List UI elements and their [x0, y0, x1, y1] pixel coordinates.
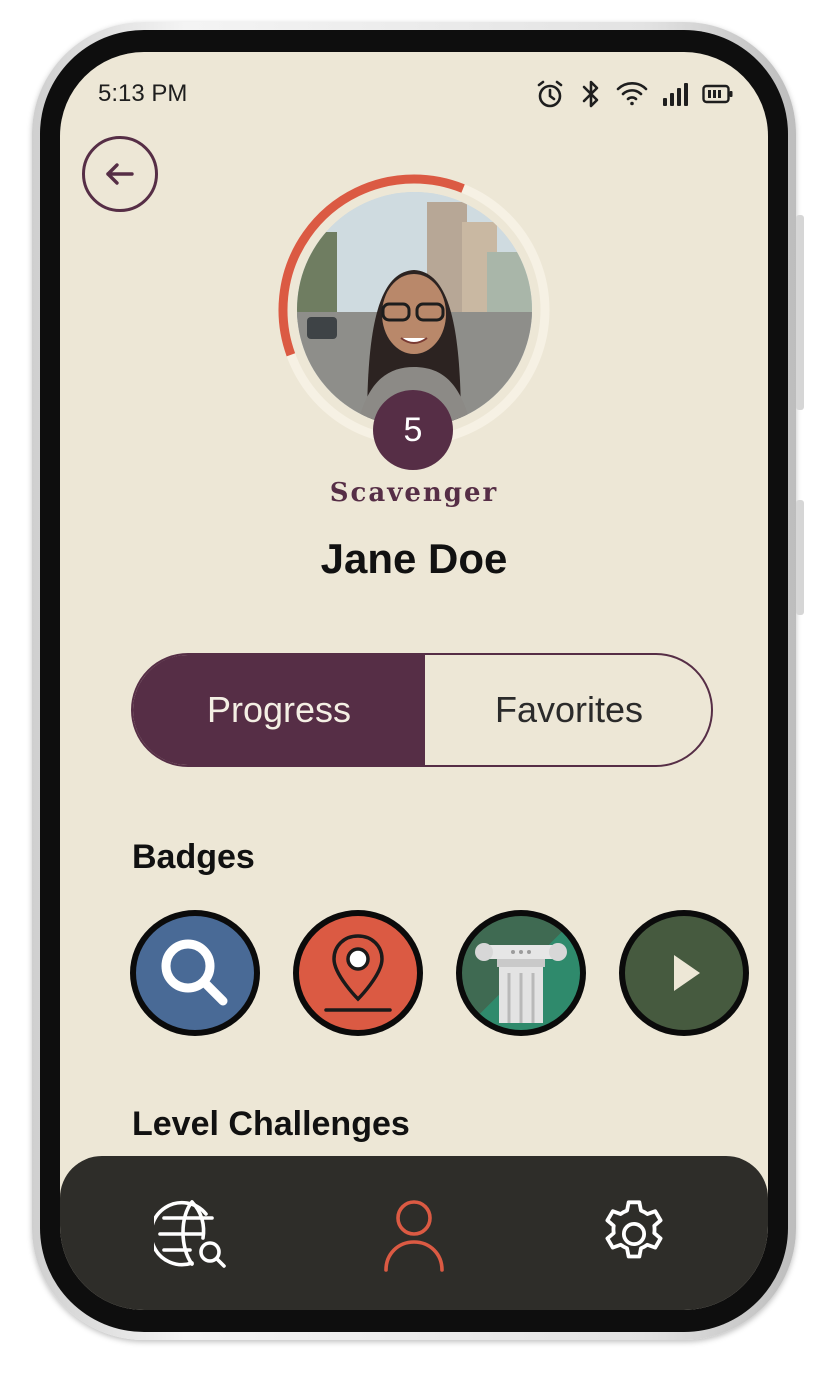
gear-icon — [605, 1200, 663, 1259]
level-challenges-heading: Level Challenges — [132, 1105, 410, 1143]
battery-icon — [702, 83, 734, 105]
badge-search[interactable] — [130, 910, 260, 1036]
arrow-left-icon — [106, 163, 134, 185]
power-button — [796, 500, 804, 615]
signal-icon — [662, 81, 688, 107]
column-icon — [475, 943, 567, 1023]
search-icon — [161, 939, 228, 1006]
user-name: Jane Doe — [320, 535, 508, 582]
wifi-icon — [616, 81, 648, 107]
play-icon — [674, 955, 700, 991]
badges-heading: Badges — [132, 838, 255, 876]
level-badge: 5 — [373, 390, 453, 470]
badge-landmark[interactable] — [456, 910, 586, 1036]
badge-play[interactable] — [619, 910, 749, 1036]
volume-button — [796, 215, 804, 410]
tab-progress[interactable]: Progress — [133, 655, 425, 765]
rank-title: Scavenger — [329, 478, 499, 508]
bottom-navigation — [60, 1156, 768, 1310]
user-icon — [384, 1200, 444, 1272]
status-icons — [534, 78, 734, 110]
nav-settings[interactable] — [594, 1194, 674, 1274]
status-time: 5:13 PM — [98, 80, 188, 107]
bluetooth-icon — [580, 78, 602, 110]
nav-explore[interactable] — [152, 1194, 232, 1274]
nav-profile[interactable] — [374, 1194, 454, 1274]
alarm-icon — [534, 78, 566, 110]
location-pin-icon — [324, 934, 392, 1012]
profile-tabs: Progress Favorites — [131, 653, 713, 767]
globe-search-icon — [154, 1200, 226, 1268]
back-button[interactable] — [82, 136, 158, 212]
screen: 5:13 PM 5 Scavenger Jane Doe Progress Fa… — [60, 52, 768, 1310]
tab-favorites[interactable]: Favorites — [425, 655, 711, 765]
badge-location[interactable] — [293, 910, 423, 1036]
